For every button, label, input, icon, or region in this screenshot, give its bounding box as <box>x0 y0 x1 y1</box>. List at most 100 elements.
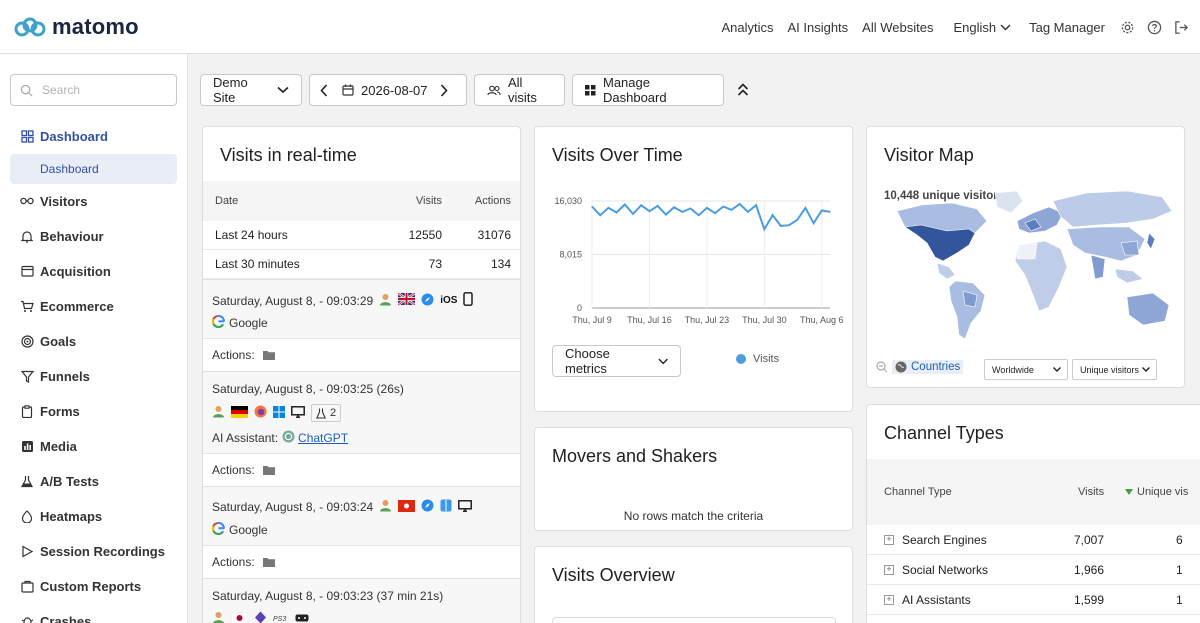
expand-icon[interactable]: + <box>884 594 894 605</box>
expand-icon[interactable]: + <box>884 564 894 575</box>
table-row[interactable]: + Search Engines 7,007 6 <box>867 525 1200 555</box>
sort-desc-icon <box>1125 489 1133 495</box>
nav-analytics[interactable]: Analytics <box>721 20 773 35</box>
folder-icon[interactable] <box>263 349 275 363</box>
data-point <box>640 204 642 206</box>
sidebar-item-label: Dashboard <box>40 128 108 144</box>
visit-entry[interactable]: Saturday, August 8, - 09:03:24 Google <box>203 486 520 545</box>
sidebar-item-label: Ecommerce <box>40 298 114 314</box>
folder-icon[interactable] <box>263 556 275 570</box>
countries-link[interactable]: Countries <box>892 360 964 374</box>
sidebar-item-custom-reports[interactable]: Custom Reports <box>20 576 141 596</box>
data-point <box>648 210 651 212</box>
zoom-out-icon[interactable] <box>876 361 888 373</box>
visitor-profile-icon[interactable] <box>379 293 392 309</box>
help-icon[interactable] <box>1146 19 1162 35</box>
sidebar-item-media[interactable]: Media <box>20 436 77 456</box>
sidebar-item-forms[interactable]: Forms <box>20 401 80 421</box>
visits-line-chart[interactable]: 16,030 8,015 0 Thu, Jul 9 Thu, Jul 16 Thu, Ju… <box>535 187 852 347</box>
row-unique: 6 <box>1176 532 1183 547</box>
sign-out-icon[interactable] <box>1173 19 1189 35</box>
metric-select[interactable]: Unique visitors <box>1072 359 1157 380</box>
sidebar-item-label: A/B Tests <box>40 473 99 489</box>
widget-title: Visitor Map <box>884 145 974 165</box>
sparkline-container <box>552 617 836 623</box>
sidebar-item-ab-tests[interactable]: A/B Tests <box>20 471 99 491</box>
expand-icon[interactable]: + <box>884 534 894 545</box>
chevron-left-icon[interactable] <box>320 83 328 97</box>
badge-count: 2 <box>330 407 337 419</box>
folder-icon[interactable] <box>263 464 275 478</box>
nav-tag-manager[interactable]: Tag Manager <box>1029 20 1105 35</box>
column-header[interactable]: Channel Type <box>884 486 952 498</box>
data-point <box>804 207 806 209</box>
table-row[interactable]: + AI Assistants 1,599 1 <box>867 585 1200 615</box>
manage-dashboard-button[interactable]: Manage Dashboard <box>572 74 724 106</box>
sidebar-item-session-recordings[interactable]: Session Recordings <box>20 541 165 561</box>
data-point <box>788 224 790 226</box>
matomo-logo[interactable]: matomo <box>14 14 139 40</box>
visit-entry[interactable]: Saturday, August 8, - 09:03:23 (37 min 2… <box>203 578 520 623</box>
language-selector[interactable]: English <box>953 20 1011 35</box>
visitor-profile-icon[interactable] <box>212 611 225 623</box>
visitor-profile-icon[interactable] <box>212 405 225 421</box>
chart-legend[interactable]: Visits <box>736 353 779 365</box>
search-input[interactable]: Search <box>10 74 177 106</box>
site-selector[interactable]: Demo Site <box>200 74 302 106</box>
row-actions: 134 <box>490 257 511 271</box>
nav-all-websites[interactable]: All Websites <box>862 20 933 35</box>
sidebar-item-funnels[interactable]: Funnels <box>20 366 90 386</box>
target-icon <box>20 334 34 348</box>
data-point <box>616 211 618 214</box>
sidebar-item-goals[interactable]: Goals <box>20 331 76 351</box>
choose-metrics-button[interactable]: Choose metrics <box>552 345 681 377</box>
referrer-chatgpt-link[interactable]: ChatGPT <box>298 431 348 445</box>
visit-entry[interactable]: Saturday, August 8, - 09:03:29 iOS Googl… <box>203 279 520 338</box>
sidebar-item-ecommerce[interactable]: Ecommerce <box>20 296 114 316</box>
sidebar-item-visitors[interactable]: Visitors <box>20 191 87 211</box>
x-tick-label: Thu, Jul 9 <box>572 315 612 325</box>
row-name: + Search Engines <box>884 533 987 547</box>
sidebar-subitem-dashboard[interactable]: Dashboard <box>10 154 177 184</box>
sidebar-item-crashes[interactable]: Crashes <box>20 611 91 623</box>
series-line-visits <box>591 202 831 232</box>
chatgpt-icon <box>282 430 295 446</box>
chevron-right-icon[interactable] <box>440 83 448 97</box>
collapse-icon[interactable] <box>737 83 749 100</box>
sidebar-item-dashboard[interactable]: Dashboard <box>20 126 108 146</box>
countries-link-label: Countries <box>911 361 961 373</box>
table-header: Date Visits Actions <box>203 181 520 221</box>
data-point <box>796 219 798 221</box>
table-row[interactable]: + Social Networks 1,966 1 <box>867 555 1200 585</box>
sidebar-item-acquisition[interactable]: Acquisition <box>20 261 111 281</box>
sidebar-item-label: Custom Reports <box>40 578 142 594</box>
visit-entry[interactable]: Saturday, August 8, - 09:03:25 (26s) 2 A… <box>203 371 520 453</box>
visitor-profile-icon[interactable] <box>379 499 392 515</box>
column-header[interactable]: Visits <box>1078 486 1104 498</box>
legend-swatch <box>736 354 746 364</box>
row-name: + AI Assistants <box>884 593 971 607</box>
language-label: English <box>953 19 997 35</box>
visit-actions: Actions: <box>203 545 520 578</box>
desktop-icon <box>291 405 305 421</box>
column-header-sorted[interactable]: Unique vis <box>1125 486 1188 498</box>
ab-test-badge[interactable]: 2 <box>311 404 342 422</box>
actions-label: Actions: <box>212 348 255 362</box>
referrer-google[interactable]: Google <box>229 523 268 537</box>
y-tick-label: 0 <box>577 303 582 313</box>
region-select-value: Worldwide <box>992 364 1034 375</box>
brand-name: matomo <box>52 14 139 39</box>
sidebar-item-behaviour[interactable]: Behaviour <box>20 226 104 246</box>
gear-icon[interactable] <box>1119 19 1135 35</box>
sidebar-item-heatmaps[interactable]: Heatmaps <box>20 506 102 526</box>
region-select[interactable]: Worldwide <box>984 359 1068 380</box>
world-map[interactable] <box>877 183 1177 343</box>
flask-icon <box>316 408 326 419</box>
nav-ai-insights[interactable]: AI Insights <box>787 20 848 35</box>
segment-selector[interactable]: All visits <box>474 74 565 106</box>
referrer-google[interactable]: Google <box>229 316 268 330</box>
date-selector[interactable]: 2026-08-07 <box>309 74 467 106</box>
sidebar-item-label: Forms <box>40 403 80 419</box>
dashboard-grid-icon <box>585 84 596 95</box>
visit-actions: Actions: <box>203 453 520 486</box>
